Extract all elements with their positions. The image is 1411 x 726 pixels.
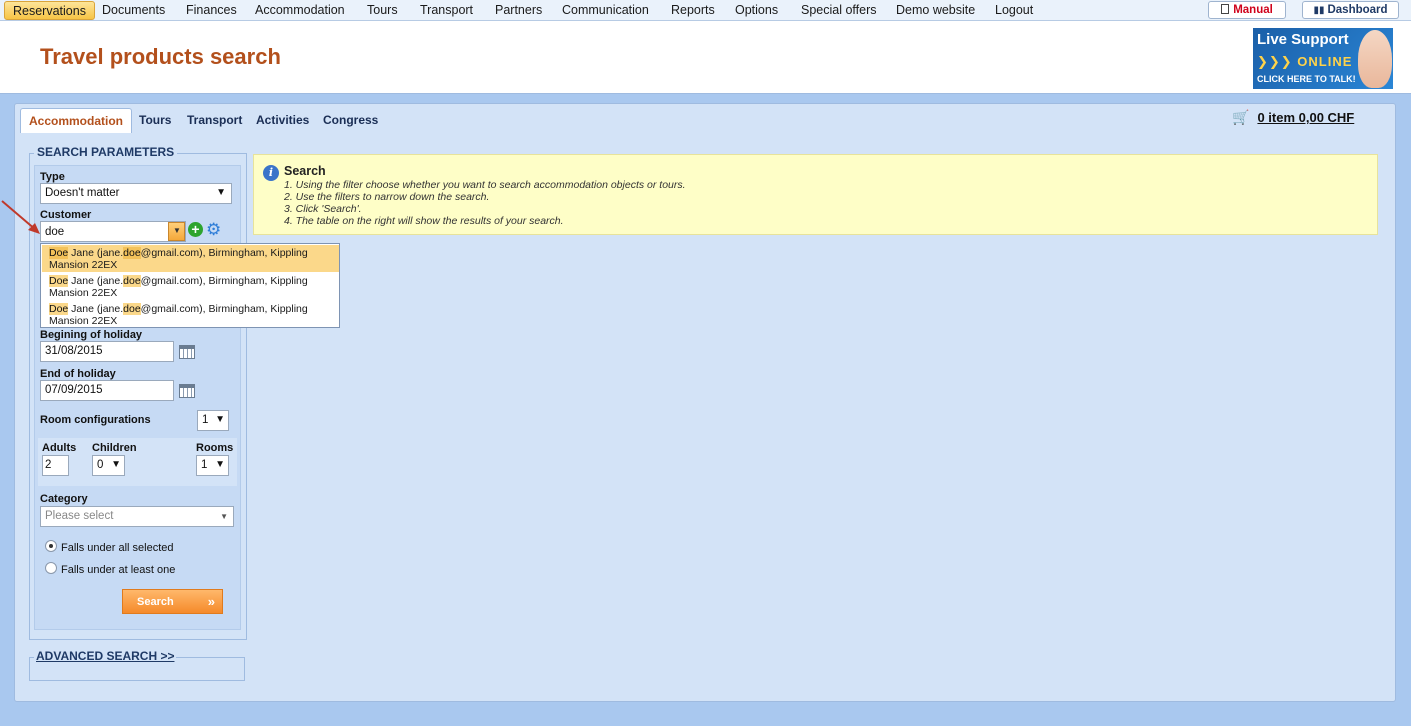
live-support-title: Live Support [1257, 31, 1349, 48]
category-select[interactable]: Please select ▼ [40, 506, 234, 527]
chevron-down-icon: ▼ [173, 226, 181, 235]
gear-icon: ⚙ [206, 220, 222, 239]
nav-tours[interactable]: Tours [367, 3, 398, 17]
customer-dropdown-toggle[interactable]: ▼ [168, 222, 185, 241]
chevron-down-icon: ▼ [215, 459, 225, 470]
page-header: Travel products search Live Support ❯❯❯ … [0, 21, 1411, 94]
page-title: Travel products search [40, 44, 281, 69]
advanced-search-link[interactable]: ADVANCED SEARCH >> [34, 649, 177, 663]
bar-chart-icon: ▮▮ [1313, 5, 1325, 16]
nav-reservations[interactable]: Reservations [4, 1, 95, 20]
tab-transport[interactable]: Transport [187, 113, 242, 127]
type-select-value: Doesn't matter [45, 187, 120, 199]
calendar-icon[interactable] [179, 345, 195, 359]
nav-finances[interactable]: Finances [186, 3, 237, 17]
tab-tours[interactable]: Tours [139, 113, 171, 127]
customer-input-value: doe [45, 226, 65, 238]
live-support-cta: CLICK HERE TO TALK! [1257, 74, 1356, 84]
suggestion-item[interactable]: Doe Jane (jane.doe@gmail.com), Birmingha… [42, 245, 339, 272]
dashboard-button[interactable]: ▮▮ Dashboard [1302, 1, 1399, 19]
adults-value: 2 [45, 459, 52, 471]
annotation-arrow-icon [1, 200, 40, 234]
end-holiday-input[interactable]: 07/09/2015 [40, 380, 174, 401]
chevron-down-icon: ▼ [216, 187, 226, 198]
category-placeholder: Please select [45, 510, 114, 522]
cart-link[interactable]: 🛒 0 item 0,00 CHF [1232, 109, 1354, 126]
document-icon [1221, 4, 1230, 14]
live-support-banner[interactable]: Live Support ❯❯❯ ONLINE CLICK HERE TO TA… [1253, 28, 1393, 89]
live-support-status: ❯❯❯ ONLINE [1257, 54, 1353, 69]
add-customer-button[interactable]: + [188, 222, 203, 237]
radio-falls-under-all[interactable] [45, 540, 57, 552]
begin-holiday-value: 31/08/2015 [45, 345, 103, 357]
suggestion-item[interactable]: Doe Jane (jane.doe@gmail.com), Birmingha… [42, 301, 339, 328]
customer-label: Customer [40, 209, 92, 221]
type-select[interactable]: Doesn't matter ▼ [40, 183, 232, 204]
nav-reports[interactable]: Reports [671, 3, 715, 17]
info-line: 4. The table on the right will show the … [284, 215, 564, 227]
nav-accommodation[interactable]: Accommodation [255, 3, 345, 17]
begin-holiday-input[interactable]: 31/08/2015 [40, 341, 174, 362]
adults-label: Adults [42, 442, 77, 454]
support-agent-icon [1358, 30, 1392, 88]
radio-falls-under-one[interactable] [45, 562, 57, 574]
tab-activities[interactable]: Activities [256, 113, 309, 127]
chevron-down-icon: ▼ [220, 512, 228, 521]
children-select[interactable]: 0 ▼ [92, 455, 125, 476]
rooms-label: Rooms [196, 442, 234, 454]
nav-logout[interactable]: Logout [995, 3, 1033, 17]
nav-options[interactable]: Options [735, 3, 778, 17]
search-parameters-legend: SEARCH PARAMETERS [34, 145, 178, 159]
nav-partners[interactable]: Partners [495, 3, 542, 17]
children-label: Children [92, 442, 137, 454]
cart-icon: 🛒 [1232, 109, 1250, 125]
begin-holiday-label: Begining of holiday [40, 329, 143, 341]
plus-icon: + [191, 221, 200, 237]
customer-input[interactable]: doe [40, 221, 186, 242]
calendar-icon[interactable] [179, 384, 195, 398]
info-title: Search [284, 164, 326, 178]
room-config-label: Room configurations [40, 414, 151, 426]
nav-documents[interactable]: Documents [102, 3, 165, 17]
tab-accommodation[interactable]: Accommodation [20, 108, 133, 133]
radio-falls-under-all-label: Falls under all selected [61, 542, 174, 554]
tab-congress[interactable]: Congress [323, 113, 378, 127]
info-line: 2. Use the filters to narrow down the se… [284, 191, 490, 203]
search-info-box: i Search 1. Using the filter choose whet… [253, 154, 1378, 235]
nav-communication[interactable]: Communication [562, 3, 649, 17]
customer-settings-button[interactable]: ⚙ [206, 221, 223, 238]
children-value: 0 [97, 459, 104, 471]
manual-label: Manual [1233, 4, 1273, 16]
radio-falls-under-one-label: Falls under at least one [61, 564, 176, 576]
chevron-down-icon: ▼ [215, 414, 225, 425]
top-navigation: Reservations Documents Finances Accommod… [0, 0, 1411, 21]
end-holiday-value: 07/09/2015 [45, 384, 103, 396]
room-config-value: 1 [202, 414, 209, 426]
customer-suggestions: Doe Jane (jane.doe@gmail.com), Birmingha… [40, 243, 340, 328]
info-line: 1. Using the filter choose whether you w… [284, 179, 686, 191]
rooms-select[interactable]: 1 ▼ [196, 455, 229, 476]
chevrons-icon: ❯❯❯ [1257, 54, 1298, 69]
nav-transport[interactable]: Transport [420, 3, 473, 17]
type-label: Type [40, 171, 65, 183]
info-line: 3. Click 'Search'. [284, 203, 362, 215]
end-holiday-label: End of holiday [40, 368, 116, 380]
nav-special-offers[interactable]: Special offers [801, 3, 877, 17]
category-label: Category [40, 493, 88, 505]
suggestion-item[interactable]: Doe Jane (jane.doe@gmail.com), Birmingha… [42, 273, 339, 300]
dashboard-label: Dashboard [1327, 4, 1388, 16]
adults-input[interactable]: 2 [42, 455, 69, 476]
nav-demo-website[interactable]: Demo website [896, 3, 975, 17]
info-icon: i [263, 165, 279, 181]
search-button-label: Search [137, 596, 174, 608]
search-button[interactable]: Search » [122, 589, 223, 614]
room-config-select[interactable]: 1 ▼ [197, 410, 229, 431]
cart-label: 0 item 0,00 CHF [1257, 110, 1355, 125]
manual-button[interactable]: Manual [1208, 1, 1286, 19]
rooms-value: 1 [201, 459, 208, 471]
double-chevron-right-icon: » [207, 594, 215, 609]
chevron-down-icon: ▼ [111, 459, 121, 470]
